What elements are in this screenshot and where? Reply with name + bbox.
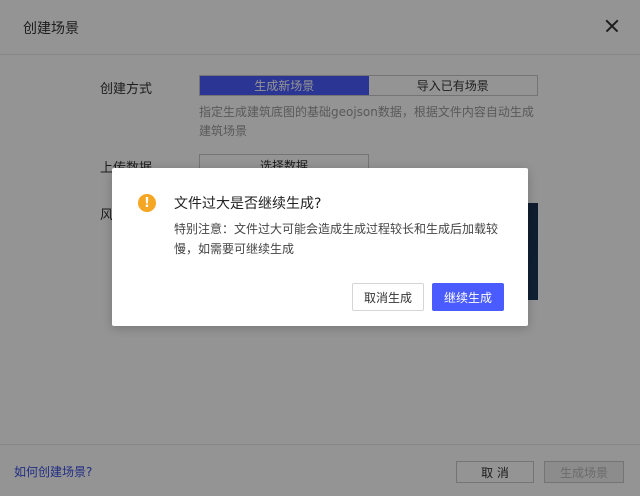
confirm-title: 文件过大是否继续生成? — [174, 196, 322, 212]
confirm-modal: ! 文件过大是否继续生成? 特别注意：文件过大可能会造成生成过程较长和生成后加载… — [112, 168, 528, 326]
confirm-content: 特别注意：文件过大可能会造成生成过程较长和生成后加载较慢，如需要可继续生成 — [174, 222, 499, 256]
continue-generate-button[interactable]: 继续生成 — [432, 283, 504, 311]
warning-icon: ! — [138, 194, 156, 212]
create-scene-dialog: 创建场景 创建方式 生成新场景 导入已有场景 指定生成建筑底图的基础geojso… — [0, 0, 640, 496]
cancel-generate-button[interactable]: 取消生成 — [352, 283, 424, 311]
